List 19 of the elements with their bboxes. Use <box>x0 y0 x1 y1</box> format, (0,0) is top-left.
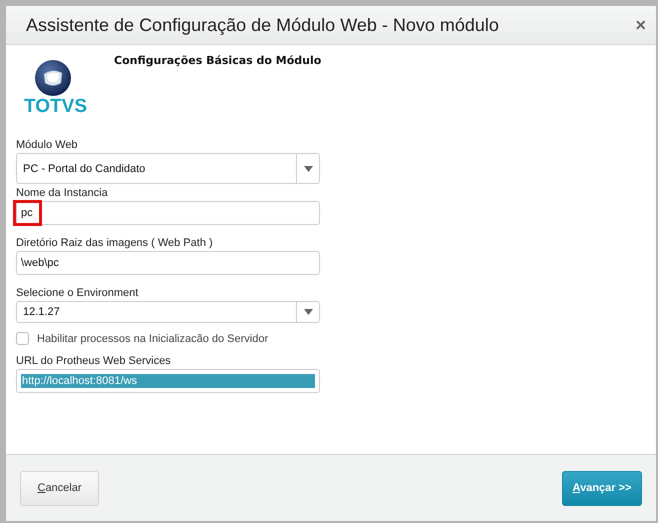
logo-text: TOTVS <box>24 97 87 117</box>
caret-icon <box>304 166 312 172</box>
input-field[interactable]: pc <box>16 201 320 225</box>
caret-icon <box>304 309 312 315</box>
input-field[interactable]: \web\pc <box>16 251 320 275</box>
checkbox[interactable] <box>16 332 29 345</box>
globe-logo-icon <box>34 59 72 97</box>
section-title: Configurações Básicas do Módulo <box>114 54 322 69</box>
field-label: URL do Protheus Web Services <box>16 355 171 368</box>
close-button[interactable]: × <box>635 14 646 36</box>
window-title: Assistente de Configuração de Módulo Web - Novo módulo <box>26 14 499 36</box>
checkbox-label: Habilitar processos na Inicializacão do Servidor <box>37 332 268 344</box>
cancel-button[interactable]: Cancelar <box>20 470 99 506</box>
dropdown[interactable]: PC - Portal do Candidato <box>16 153 320 184</box>
field-label: Nome da Instancia <box>16 187 108 200</box>
field-label: Selecione o Environment <box>16 287 138 300</box>
field-label: Diretório Raiz das imagens ( Web Path ) <box>16 237 213 250</box>
field-label: Módulo Web <box>16 139 78 152</box>
dropdown[interactable]: 12.1.27 <box>16 301 320 323</box>
